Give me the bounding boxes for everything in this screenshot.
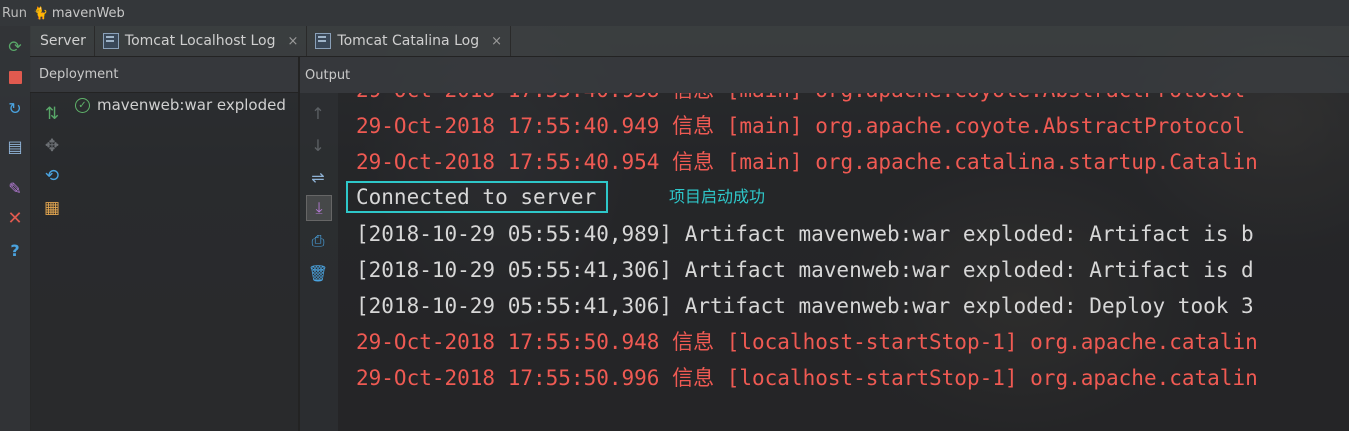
undeploy-icon[interactable]: ✥	[40, 134, 64, 158]
artifact-name: mavenweb:war exploded	[97, 96, 286, 114]
tab-close-icon[interactable]: ×	[491, 34, 502, 49]
output-label: Output	[305, 67, 351, 83]
deployment-item[interactable]: ✓ mavenweb:war exploded	[75, 96, 286, 114]
run-titlebar: Run 🐈 mavenWeb	[0, 0, 1349, 26]
output-header: Output	[300, 57, 1349, 93]
console-toolbar: ↑ ↓ ⇌ ⤓ ⎙ 🗑	[300, 93, 338, 431]
log-line: [2018-10-29 05:55:41,306] Artifact maven…	[356, 294, 1254, 318]
print-icon[interactable]: ⎙	[306, 229, 330, 253]
log-line: 29-Oct-2018 17:55:40.949 信息 [main] org.a…	[356, 114, 1246, 138]
scroll-down-icon[interactable]: ↓	[306, 133, 330, 157]
deployment-header: Deployment	[30, 57, 298, 93]
tomcat-icon: 🐈	[32, 6, 48, 20]
update-icon[interactable]: ⟲	[40, 164, 64, 188]
log-line: 29-Oct-2018 17:55:50.948 信息 [localhost-s…	[356, 330, 1258, 354]
run-toolbar: ⟳ ↻ ▤ ✎ ✕ ?	[0, 26, 31, 431]
tab-tomcat-localhost-log[interactable]: Tomcat Localhost Log ×	[95, 26, 308, 56]
rerun-icon[interactable]: ⟳	[4, 36, 26, 58]
success-check-icon: ✓	[75, 97, 90, 113]
deploy-all-icon[interactable]: ⇅	[40, 102, 64, 126]
log-icon	[102, 33, 119, 49]
connected-message: Connected to server	[346, 181, 609, 213]
log-line: [2018-10-29 05:55:41,306] Artifact maven…	[356, 258, 1254, 282]
startup-success-annotation: 项目启动成功	[669, 187, 766, 206]
help-icon[interactable]: ?	[4, 240, 26, 262]
console-output[interactable]: 29-Oct-2018 17:55:40.938 信息 [main] org.a…	[338, 93, 1349, 431]
tab-label: Tomcat Catalina Log	[337, 33, 480, 49]
tab-label: Tomcat Localhost Log	[124, 33, 276, 49]
scroll-to-end-icon[interactable]: ⤓	[306, 195, 332, 221]
layout-icon[interactable]: ▤	[4, 136, 26, 158]
scroll-up-icon[interactable]: ↑	[306, 101, 330, 125]
stop-icon[interactable]	[4, 66, 26, 88]
pin-icon[interactable]: ✎	[4, 178, 26, 200]
run-label: Run	[2, 5, 27, 21]
log-line: 29-Oct-2018 17:55:40.938 信息 [main] org.a…	[356, 93, 1245, 103]
deployment-panel	[30, 93, 298, 431]
log-line: 29-Oct-2018 17:55:40.954 信息 [main] org.a…	[356, 150, 1258, 174]
deployment-label: Deployment	[39, 67, 119, 82]
log-icon	[315, 33, 332, 49]
clear-icon[interactable]: 🗑	[306, 261, 330, 285]
artifact-icon[interactable]: ▦	[40, 196, 64, 220]
log-line: [2018-10-29 05:55:40,989] Artifact maven…	[356, 222, 1254, 246]
tab-tomcat-catalina-log[interactable]: Tomcat Catalina Log ×	[307, 26, 511, 56]
tab-close-icon[interactable]: ×	[287, 34, 298, 49]
soft-wrap-icon[interactable]: ⇌	[306, 165, 330, 189]
tab-server[interactable]: Server	[30, 26, 95, 56]
run-tabbar: Server Tomcat Localhost Log × Tomcat Cat…	[30, 26, 1349, 57]
refresh-icon[interactable]: ↻	[4, 98, 26, 120]
tab-label: Server	[40, 33, 86, 49]
log-line: 29-Oct-2018 17:55:50.996 信息 [localhost-s…	[356, 366, 1258, 390]
run-config-name: mavenWeb	[51, 5, 125, 21]
close-icon[interactable]: ✕	[4, 208, 26, 230]
